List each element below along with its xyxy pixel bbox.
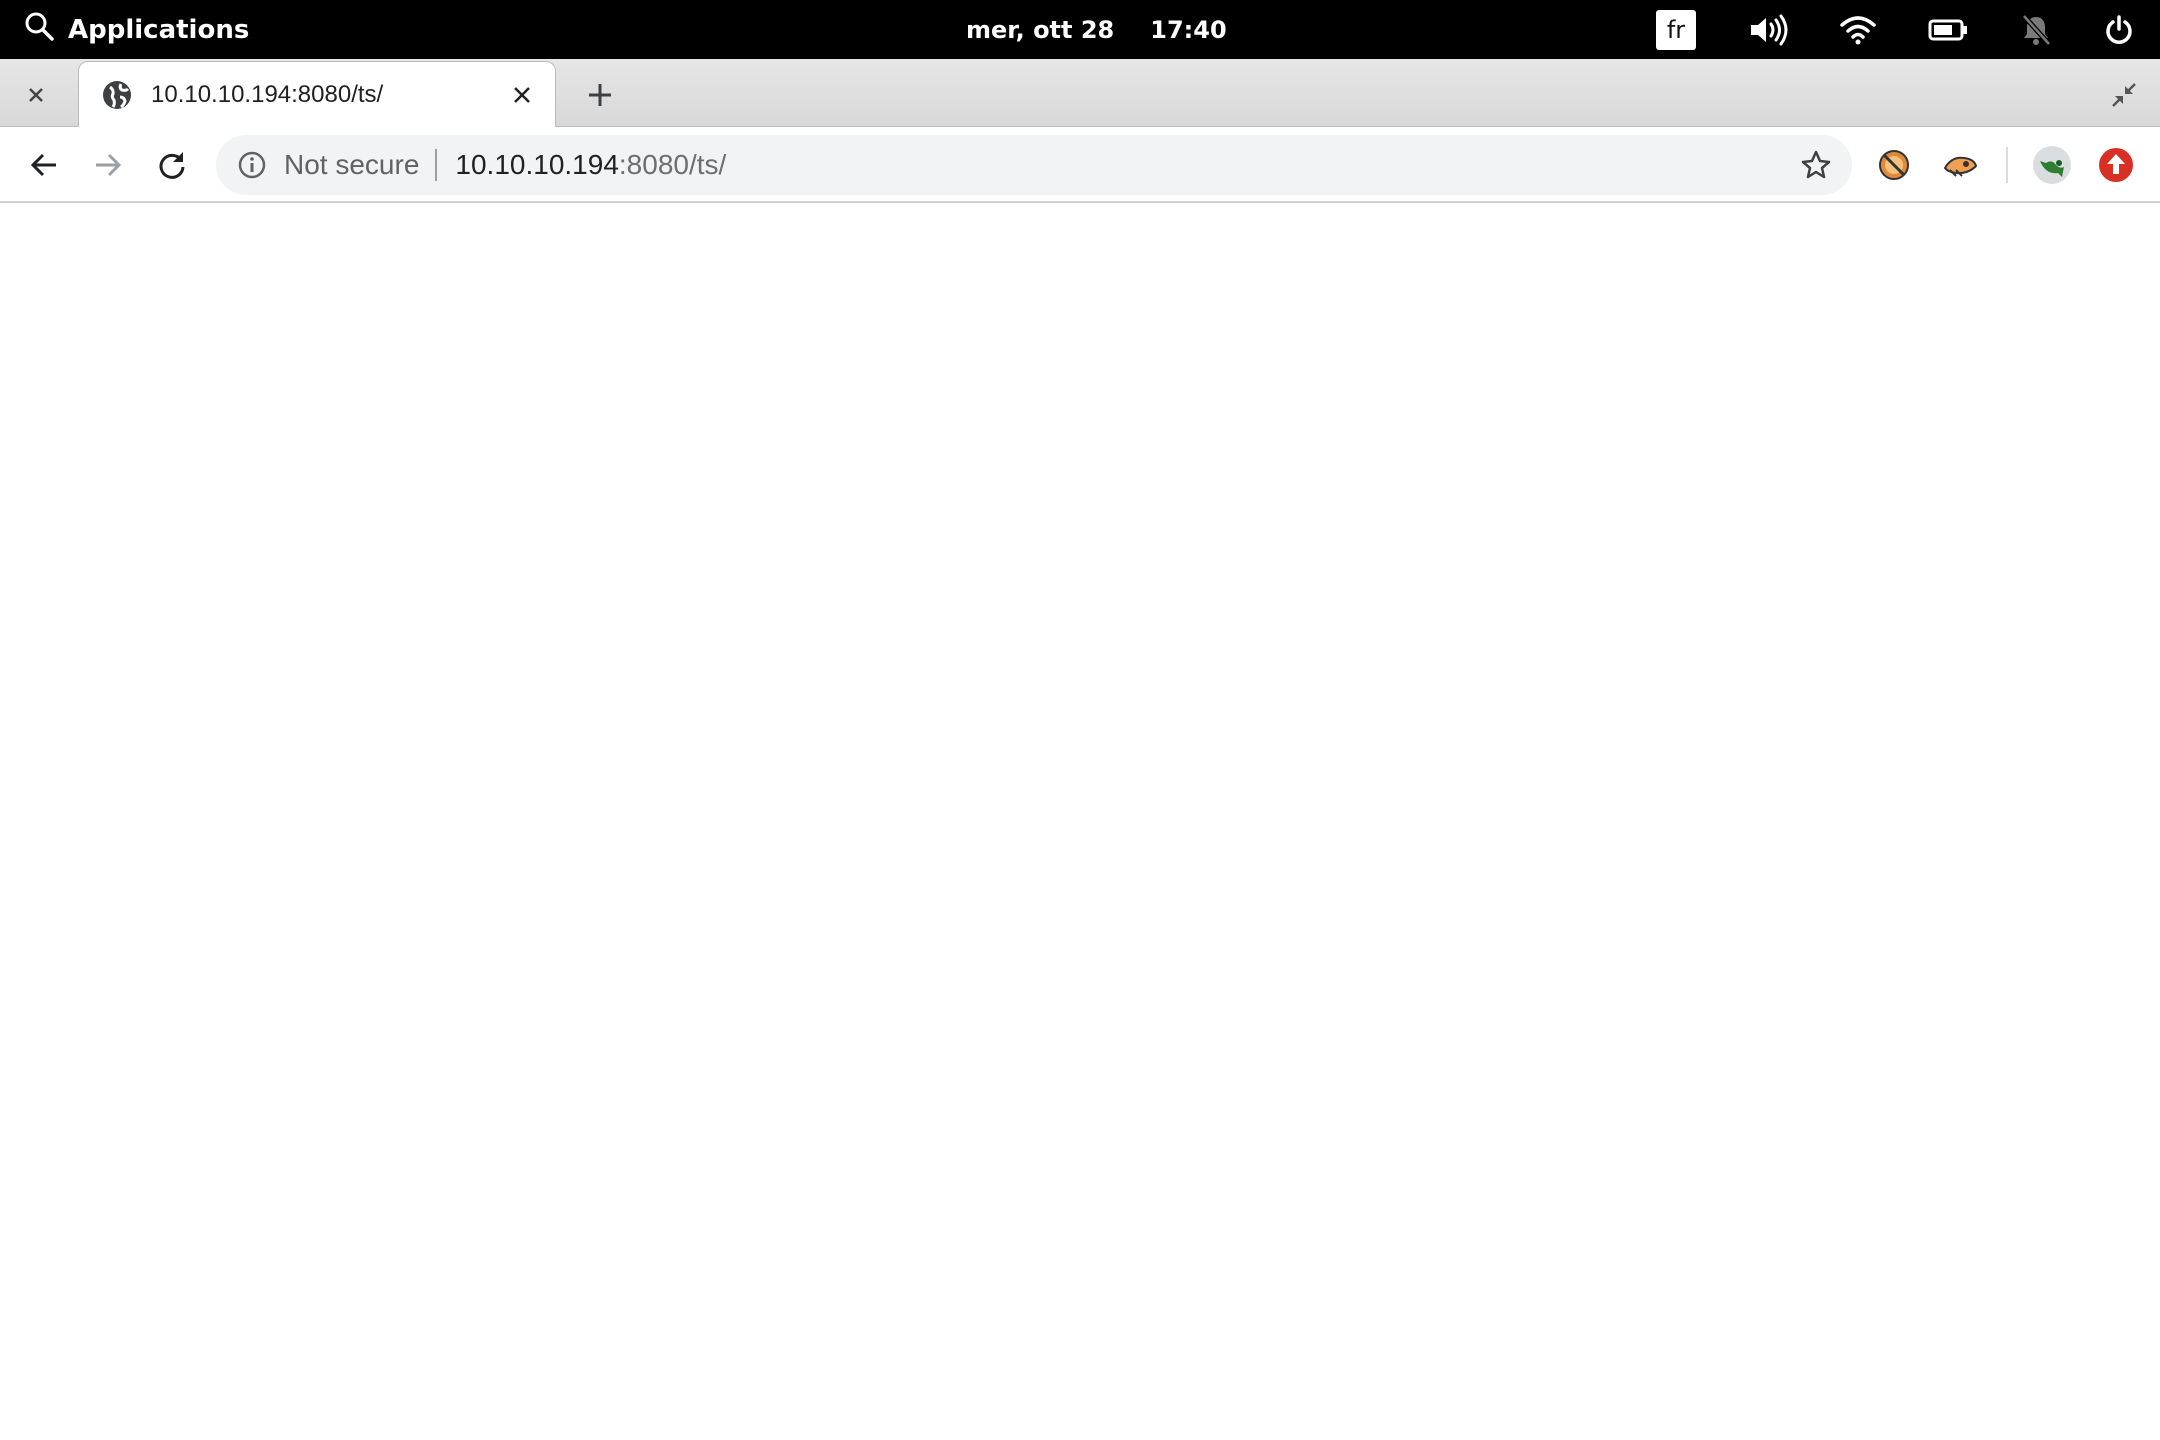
system-top-bar: Applications mer, ott 28 17:40 fr bbox=[0, 0, 2160, 59]
toolbar-divider bbox=[2006, 147, 2008, 183]
update-icon[interactable] bbox=[2094, 143, 2138, 187]
power-icon[interactable] bbox=[2104, 0, 2134, 59]
browser-toolbar: Not secure 10.10.10.194:8080/ts/ bbox=[0, 127, 2160, 203]
reload-icon bbox=[159, 152, 185, 179]
minimize-arrows-icon bbox=[2112, 83, 2136, 107]
date-label: mer, ott 28 bbox=[966, 15, 1115, 44]
plus-icon bbox=[589, 84, 611, 106]
info-icon[interactable] bbox=[236, 149, 268, 181]
forward-button[interactable] bbox=[84, 141, 132, 189]
new-tab-button[interactable] bbox=[578, 73, 622, 117]
battery-icon[interactable] bbox=[1928, 0, 1968, 59]
profile-avatar[interactable] bbox=[2030, 143, 2074, 187]
tab-active[interactable]: 10.10.10.194:8080/ts/ bbox=[78, 61, 556, 128]
address-bar[interactable]: Not secure 10.10.10.194:8080/ts/ bbox=[216, 135, 1852, 195]
reload-button[interactable] bbox=[148, 141, 196, 189]
arrow-left-icon bbox=[30, 153, 56, 177]
extension-2-icon[interactable] bbox=[1938, 143, 1982, 187]
bookmark-star-icon[interactable] bbox=[1798, 147, 1834, 183]
close-icon bbox=[514, 87, 530, 103]
system-tray: fr bbox=[1656, 0, 2160, 59]
tab-close-button[interactable] bbox=[505, 78, 539, 112]
time-label: 17:40 bbox=[1150, 15, 1227, 44]
notifications-off-icon[interactable] bbox=[2020, 0, 2052, 59]
keyboard-layout-indicator[interactable]: fr bbox=[1656, 0, 1696, 59]
keyboard-layout-badge: fr bbox=[1656, 9, 1696, 50]
restore-window-button[interactable] bbox=[2102, 73, 2146, 117]
close-icon bbox=[29, 88, 43, 102]
wifi-icon[interactable] bbox=[1840, 0, 1876, 59]
globe-icon bbox=[101, 79, 133, 111]
url-path: :8080/ts/ bbox=[618, 149, 727, 180]
back-button[interactable] bbox=[20, 141, 68, 189]
url-text[interactable]: 10.10.10.194:8080/ts/ bbox=[455, 149, 726, 181]
applications-menu[interactable]: Applications bbox=[24, 0, 249, 59]
arrow-right-icon bbox=[96, 153, 122, 177]
clock[interactable]: mer, ott 28 17:40 bbox=[966, 0, 1227, 59]
applications-label: Applications bbox=[68, 14, 250, 45]
url-host: 10.10.10.194 bbox=[455, 149, 619, 180]
window-close-button[interactable] bbox=[14, 75, 58, 115]
security-label: Not secure bbox=[284, 149, 420, 180]
page-content bbox=[0, 205, 2160, 1440]
volume-icon[interactable] bbox=[1748, 0, 1788, 59]
extension-1-icon[interactable] bbox=[1872, 143, 1916, 187]
tab-title: 10.10.10.194:8080/ts/ bbox=[151, 81, 384, 108]
tab-strip: 10.10.10.194:8080/ts/ bbox=[0, 59, 2160, 128]
search-icon bbox=[24, 11, 54, 48]
omnibox-divider bbox=[435, 149, 438, 181]
